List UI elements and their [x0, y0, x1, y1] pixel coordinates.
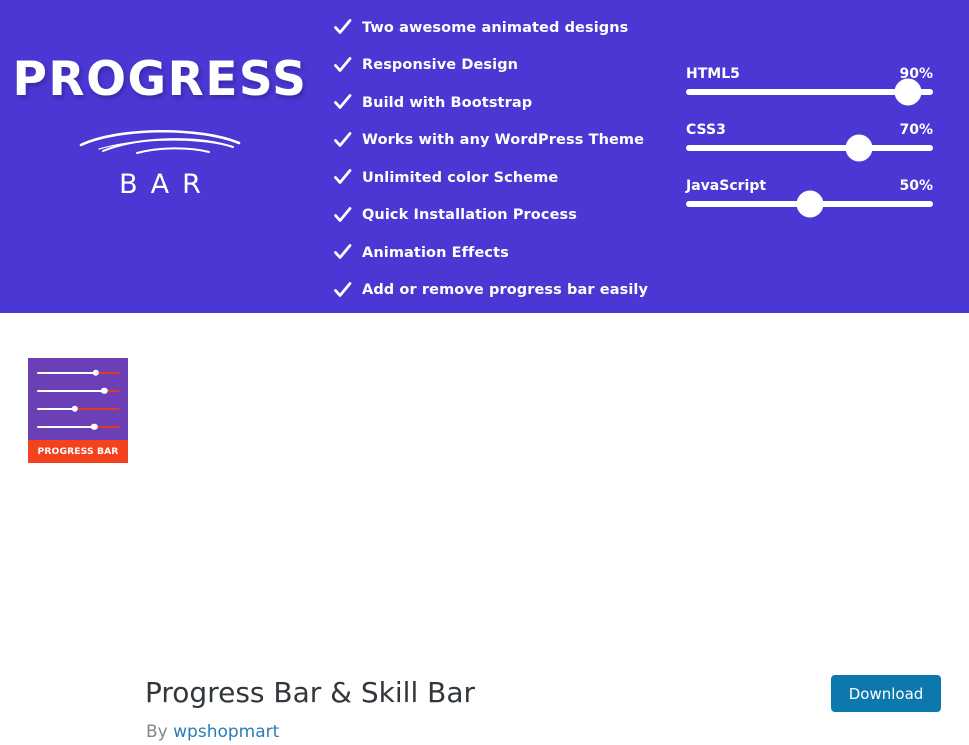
feature-label: Animation Effects: [362, 244, 509, 261]
checkmark-icon: [332, 92, 362, 113]
plugin-icon-bar: [37, 386, 119, 396]
checkmark-icon: [332, 167, 362, 188]
hero-banner: PROGRESS BAR Two awesome animated design…: [0, 0, 969, 313]
logo-secondary-text: BAR: [119, 169, 214, 200]
plugin-icon-bar: [37, 422, 119, 432]
plugin-icon-bar-dot: [92, 369, 100, 377]
skill-percent: 70%: [899, 122, 933, 138]
feature-item: Works with any WordPress Theme: [332, 122, 662, 160]
skill-slider-javascript[interactable]: JavaScript 50%: [686, 178, 933, 218]
skill-track[interactable]: [686, 190, 933, 218]
plugin-icon-bar-fill: [37, 389, 105, 393]
skill-slider-css3[interactable]: CSS3 70%: [686, 122, 933, 162]
feature-item: Responsive Design: [332, 47, 662, 85]
plugin-icon-bar-fill: [37, 371, 97, 375]
feature-label: Works with any WordPress Theme: [362, 132, 645, 149]
skill-slider-group: HTML5 90% CSS3 70% JavaScript 50%: [686, 66, 933, 218]
skill-name: HTML5: [686, 66, 740, 82]
product-logo: PROGRESS BAR: [0, 56, 320, 198]
plugin-byline: By wpshopmart: [146, 721, 279, 745]
skill-handle[interactable]: [845, 134, 873, 162]
plugin-icon-footer: PROGRESS BAR: [28, 440, 128, 463]
plugin-icon-footer-text: PROGRESS BAR: [37, 446, 119, 457]
plugin-icon-bar: [37, 368, 119, 378]
plugin-icon-bar-rest: [96, 372, 119, 374]
checkmark-icon: [332, 205, 362, 226]
skill-name: JavaScript: [686, 178, 767, 194]
plugin-icon-bar: [37, 404, 119, 414]
skill-slider-html5[interactable]: HTML5 90%: [686, 66, 933, 106]
feature-label: Build with Bootstrap: [362, 94, 533, 111]
plugin-icon: PROGRESS BAR: [28, 358, 128, 463]
plugin-icon-bar-fill: [37, 407, 75, 411]
feature-list: Two awesome animated designs Responsive …: [332, 9, 662, 309]
feature-label: Two awesome animated designs: [362, 19, 629, 36]
feature-item: Unlimited color Scheme: [332, 159, 662, 197]
checkmark-icon: [332, 130, 362, 151]
plugin-author-link[interactable]: wpshopmart: [173, 722, 279, 742]
checkmark-icon: [332, 242, 362, 263]
feature-item: Build with Bootstrap: [332, 84, 662, 122]
feature-item: Animation Effects: [332, 234, 662, 272]
plugin-title: Progress Bar & Skill Bar: [145, 676, 476, 709]
feature-item: Quick Installation Process: [332, 197, 662, 235]
plugin-icon-bar-fill: [37, 425, 95, 429]
plugin-info-section: PROGRESS BAR Progress Bar & Skill Bar By…: [0, 313, 969, 742]
skill-percent: 50%: [899, 178, 933, 194]
skill-track[interactable]: [686, 78, 933, 106]
plugin-icon-bars: [28, 358, 128, 440]
swoosh-underline-icon: [0, 123, 320, 157]
checkmark-icon: [332, 17, 362, 38]
feature-item: Add or remove progress bar easily: [332, 272, 662, 310]
skill-track[interactable]: [686, 134, 933, 162]
checkmark-icon: [332, 280, 362, 301]
feature-label: Add or remove progress bar easily: [362, 282, 649, 299]
skill-handle[interactable]: [796, 190, 823, 218]
feature-item: Two awesome animated designs: [332, 9, 662, 47]
skill-header: HTML5 90%: [686, 66, 933, 82]
plugin-icon-bar-dot: [71, 405, 78, 413]
plugin-icon-bar-rest: [94, 426, 119, 428]
skill-header: CSS3 70%: [686, 122, 933, 138]
plugin-icon-bar-rest: [74, 408, 119, 410]
byline-prefix: By: [146, 722, 174, 742]
skill-handle[interactable]: [894, 78, 922, 106]
feature-label: Unlimited color Scheme: [362, 169, 559, 186]
checkmark-icon: [332, 55, 362, 76]
logo-primary-text: PROGRESS: [12, 52, 308, 107]
skill-name: CSS3: [686, 122, 726, 138]
feature-label: Responsive Design: [362, 57, 519, 74]
plugin-icon-bar-dot: [101, 387, 108, 395]
plugin-icon-bar-dot: [91, 423, 98, 431]
download-button[interactable]: Download: [831, 675, 941, 712]
feature-label: Quick Installation Process: [362, 207, 577, 224]
